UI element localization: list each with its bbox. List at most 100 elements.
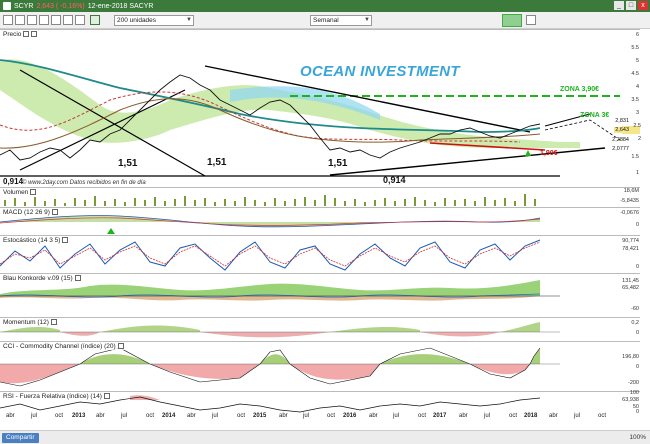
x-tick: oct	[418, 413, 427, 419]
up-arrow-icon	[525, 150, 531, 156]
stochastic-panel[interactable]: Estocástico (14 3 5) 90,774 78,421 0	[0, 235, 640, 273]
x-tick-year: 2018	[524, 413, 538, 419]
momentum-svg	[0, 322, 560, 338]
axis-tick: 4.5	[631, 71, 639, 77]
axis-tick: 3.5	[631, 97, 639, 103]
x-tick-year: 2014	[162, 413, 176, 419]
period-select[interactable]: Semanal ▼	[310, 15, 372, 26]
price-title-text: Precio	[3, 31, 22, 38]
x-tick-year: 2013	[72, 413, 86, 419]
panel-settings-icon[interactable]	[62, 237, 69, 244]
macd-value: -0,0676	[620, 210, 639, 216]
momentum-panel[interactable]: Momentum (12) 0,2 0	[0, 317, 640, 341]
x-tick: abr	[279, 413, 288, 419]
panel-close-icon[interactable]	[31, 31, 38, 38]
zoom-level[interactable]: 100%	[629, 434, 646, 441]
rsi-title-text: RSI - Fuerza Relativa (índice) (14)	[3, 393, 102, 400]
macd-value: 0	[635, 222, 639, 228]
panel-settings-icon[interactable]	[30, 189, 37, 196]
volume-value: 18,6M	[623, 188, 639, 194]
x-tick: oct	[327, 413, 336, 419]
volume-title-text: Volumen	[3, 189, 29, 196]
price-panel-title: Precio	[3, 31, 38, 38]
x-tick: jul	[303, 413, 310, 419]
chart-type-icon[interactable]	[502, 14, 522, 27]
x-tick: abr	[187, 413, 196, 419]
print-icon[interactable]	[63, 15, 73, 25]
volume-svg	[4, 194, 536, 206]
cci-panel[interactable]: CCI - Commodity Channel (índice) (20) 19…	[0, 341, 640, 391]
x-tick: oct	[55, 413, 64, 419]
x-tick: oct	[237, 413, 246, 419]
share-button[interactable]: Compartir	[2, 433, 39, 443]
brand-watermark: OCEAN INVESTMENT	[300, 63, 460, 80]
maximize-button[interactable]: □	[626, 1, 636, 10]
x-tick: abr	[369, 413, 378, 419]
price-panel[interactable]: Precio OCEAN INVESTMENT ZONA 3,90€ ZONA …	[0, 29, 641, 186]
units-select[interactable]: 200 unidades ▼	[114, 15, 194, 26]
x-tick: oct	[598, 413, 607, 419]
x-tick-year: 2015	[253, 413, 267, 419]
settings-icon[interactable]	[90, 15, 100, 25]
price-190-label: 1,90€	[540, 150, 558, 157]
chevron-down-icon: ▼	[364, 17, 370, 23]
volume-panel[interactable]: Volumen 18,6M -5,8435	[0, 187, 640, 207]
axis-tick: 2.5	[633, 123, 641, 129]
momentum-neg	[60, 332, 500, 338]
panel-settings-icon[interactable]	[103, 393, 110, 400]
panel-settings-icon[interactable]	[117, 343, 124, 350]
zoom-icon[interactable]	[15, 15, 25, 25]
axis-tick: 5.5	[631, 45, 639, 51]
save-icon[interactable]	[51, 15, 61, 25]
time-axis: abr jul oct 2013 abr jul oct 2014 abr ju…	[0, 413, 640, 421]
zona-390-label: ZONA 3,90€	[560, 86, 600, 93]
copy-icon[interactable]	[75, 15, 85, 25]
x-tick: jul	[212, 413, 219, 419]
cci-value: 196,80	[622, 354, 639, 360]
x-tick: abr	[6, 413, 15, 419]
momentum-title-text: Momentum (12)	[3, 319, 49, 326]
konkorde-panel[interactable]: Blau Konkorde v.09 (15) 131,45 65,482 -6…	[0, 273, 640, 317]
crosshair-icon[interactable]	[3, 15, 13, 25]
x-tick: oct	[146, 413, 155, 419]
toolbar: 200 unidades ▼ Semanal ▼	[0, 12, 650, 29]
minimize-button[interactable]: _	[614, 1, 624, 10]
panel-settings-icon[interactable]	[23, 31, 30, 38]
macd-panel[interactable]: MACD (12 26 9) -0,0676 0	[0, 207, 640, 235]
panel-settings-icon[interactable]	[74, 275, 81, 282]
app-icon	[3, 2, 11, 10]
panel-settings-icon[interactable]	[51, 209, 58, 216]
konkorde-value: 65,482	[622, 285, 639, 291]
zona-3-label: ZONA 3€	[580, 112, 610, 119]
momentum-pos	[0, 322, 540, 332]
cci-neg	[0, 364, 530, 384]
units-value: 200 unidades	[117, 17, 157, 24]
window-title: SCYR	[14, 2, 34, 10]
stochastic-title: Estocástico (14 3 5)	[3, 237, 69, 244]
macd-title-text: MACD (12 26 9)	[3, 209, 50, 216]
stoch-value: 90,774	[622, 238, 639, 244]
cci-title: CCI - Commodity Channel (índice) (20)	[3, 343, 124, 350]
stoch-k	[0, 239, 541, 271]
x-tick: oct	[509, 413, 518, 419]
rsi-panel[interactable]: RSI - Fuerza Relativa (índice) (14) 100 …	[0, 390, 640, 415]
x-tick: abr	[96, 413, 105, 419]
volume-title: Volumen	[3, 189, 37, 196]
layout-icon[interactable]	[526, 15, 536, 25]
price-tag-3: 2,0777	[612, 146, 629, 152]
text-icon[interactable]	[39, 15, 49, 25]
draw-line-icon[interactable]	[27, 15, 37, 25]
x-tick: jul	[574, 413, 581, 419]
konkorde-title: Blau Konkorde v.09 (15)	[3, 275, 81, 282]
x-tick: jul	[484, 413, 491, 419]
x-tick-year: 2016	[343, 413, 357, 419]
x-tick: jul	[31, 413, 38, 419]
data-footnote: © www.2day.com Datos recibidos en fin de…	[22, 180, 146, 186]
konkorde-value: -60	[631, 306, 639, 312]
low-left-label: 0,914	[3, 177, 24, 186]
x-tick: abr	[459, 413, 468, 419]
axis-tick: 1	[635, 170, 639, 176]
konkorde-value: 131,45	[622, 278, 639, 284]
panel-settings-icon[interactable]	[50, 319, 57, 326]
close-button[interactable]: x	[638, 1, 648, 10]
